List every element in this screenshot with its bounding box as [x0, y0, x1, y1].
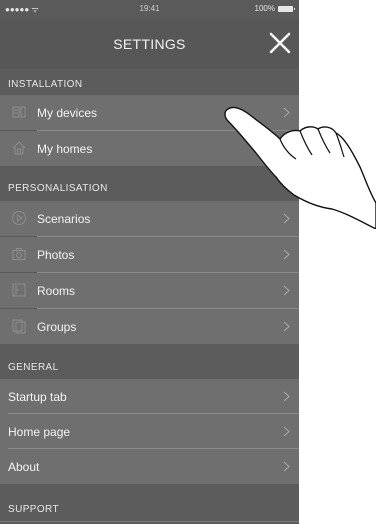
row-label: Startup tab: [8, 390, 67, 404]
section-header-support: SUPPORT: [0, 484, 299, 524]
row-groups[interactable]: Groups: [0, 309, 299, 344]
battery-status: 100%: [254, 4, 295, 13]
row-rooms[interactable]: Rooms: [0, 273, 299, 308]
row-label: Photos: [37, 248, 75, 262]
row-label: My devices: [37, 106, 98, 120]
play-icon: [12, 211, 26, 225]
group-icon: [12, 319, 26, 334]
chevron-right-icon: [283, 461, 290, 472]
settings-screen: ●●●●● ᯤ 19:41 100% SETTINGS INSTALLATION…: [0, 0, 299, 524]
row-label: About: [8, 460, 40, 474]
section-bottom-divider: [0, 521, 299, 522]
page-title: SETTINGS: [113, 36, 186, 52]
status-bar: ●●●●● ᯤ 19:41 100%: [0, 0, 299, 19]
row-label: Groups: [37, 320, 77, 334]
row-home-page[interactable]: Home page: [0, 414, 299, 449]
section-header-installation: INSTALLATION: [0, 69, 299, 95]
pointing-hand-icon: [224, 106, 376, 229]
row-about[interactable]: About: [0, 449, 299, 484]
row-label: Rooms: [37, 284, 76, 298]
chevron-right-icon: [283, 426, 290, 437]
navigation-bar: SETTINGS: [0, 19, 299, 69]
door-icon: [12, 283, 26, 297]
chevron-right-icon: [283, 249, 290, 260]
camera-icon: [12, 248, 26, 260]
row-label: My homes: [37, 142, 93, 156]
devices-icon: [12, 106, 26, 118]
row-label: Scenarios: [37, 212, 91, 226]
section-header-general: GENERAL: [0, 344, 299, 379]
row-photos[interactable]: Photos: [0, 237, 299, 272]
row-label: Home page: [8, 425, 71, 439]
chevron-right-icon: [283, 321, 290, 332]
home-icon: [12, 141, 26, 155]
close-icon[interactable]: [267, 30, 293, 56]
row-startup-tab[interactable]: Startup tab: [0, 379, 299, 414]
chevron-right-icon: [283, 391, 290, 402]
battery-icon: [278, 5, 295, 12]
battery-percent: 100%: [254, 4, 275, 13]
chevron-right-icon: [283, 285, 290, 296]
